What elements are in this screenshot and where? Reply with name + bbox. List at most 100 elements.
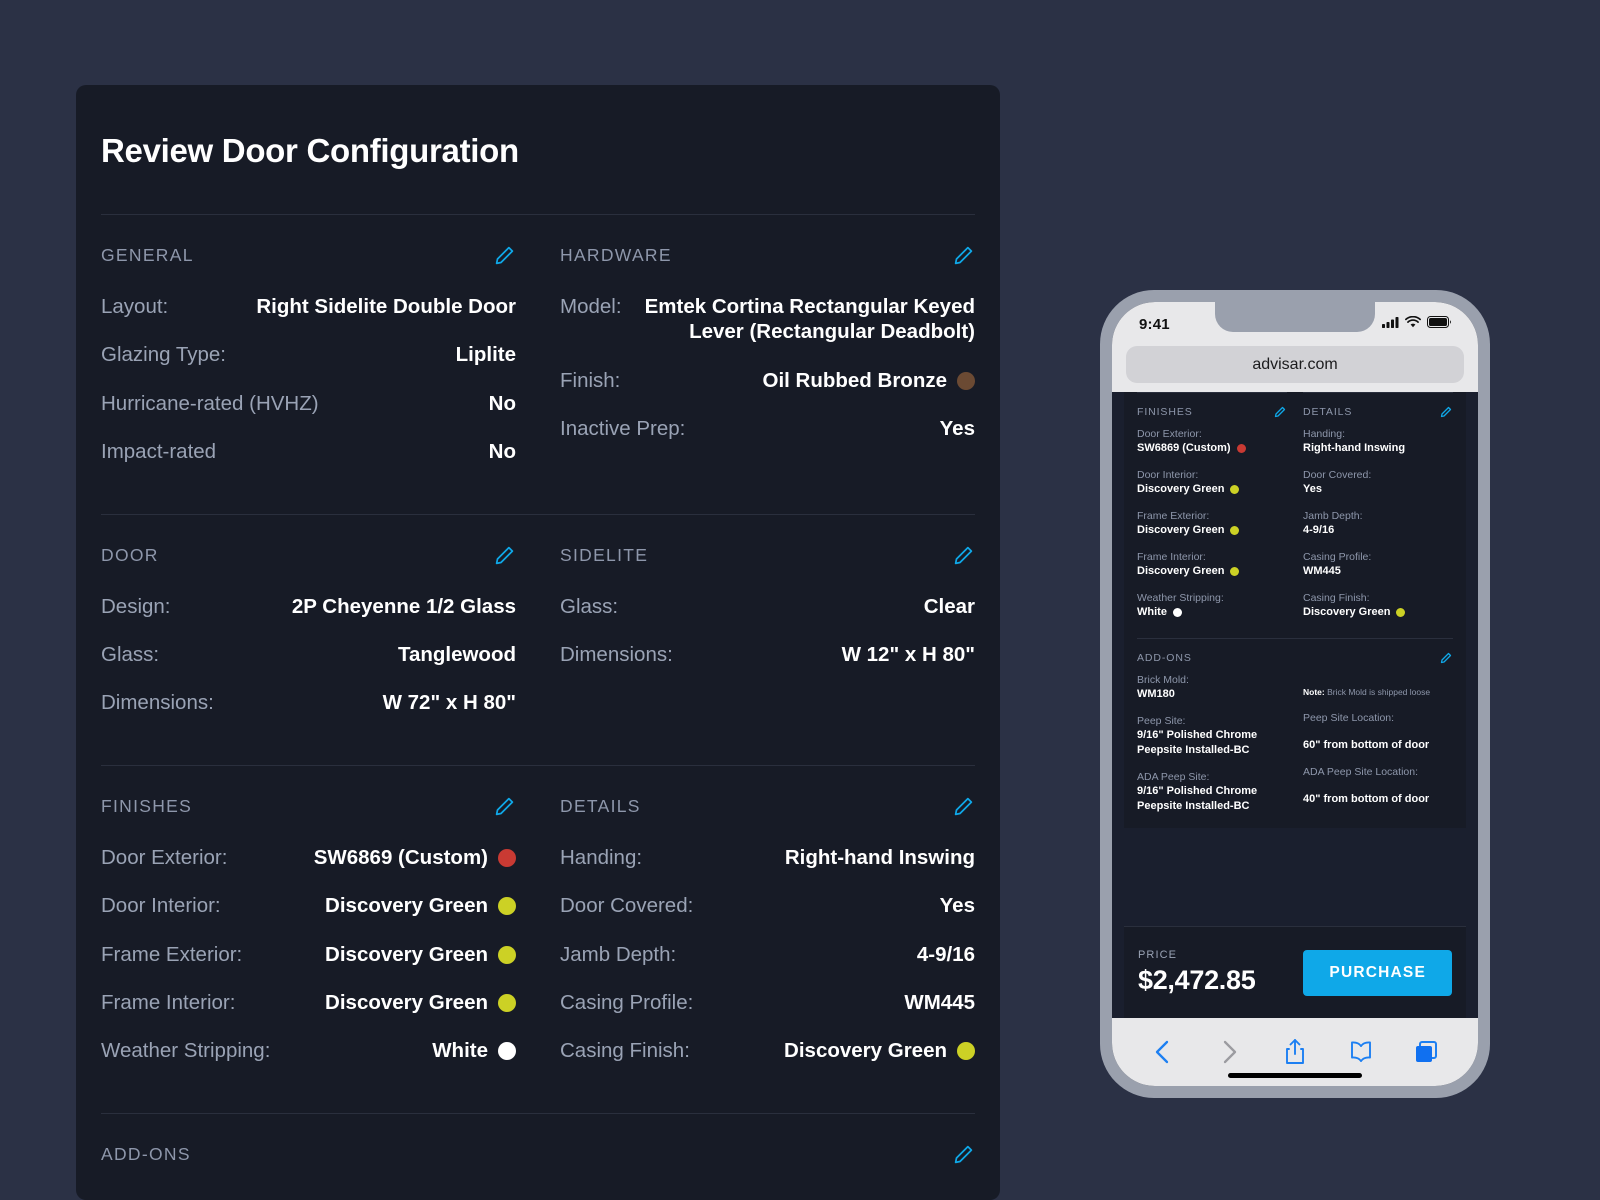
row-value-wrap: 4-9/16 (688, 942, 975, 967)
row-label: Door Covered: (560, 893, 693, 918)
rows-door: Design: 2P Cheyenne 1/2 Glass Glass: Tan… (101, 573, 516, 716)
color-swatch (498, 946, 516, 964)
detail-row: Glass: Tanglewood (101, 642, 516, 667)
book-icon[interactable] (1341, 1032, 1381, 1072)
row-label: Jamb Depth: (560, 942, 676, 967)
row-label: Door Exterior: (1137, 427, 1287, 441)
row-value: Clear (924, 594, 975, 619)
spacer (101, 1064, 516, 1113)
row-label: Door Covered: (1303, 468, 1453, 482)
detail-row: ADA Peep Site Location: 40" from bottom … (1303, 765, 1453, 807)
chevron-left-icon[interactable] (1143, 1032, 1183, 1072)
detail-row: Inactive Prep: Yes (560, 416, 975, 441)
row-label: Casing Finish: (560, 1038, 690, 1063)
pencil-icon[interactable] (951, 794, 975, 818)
row-value: Right-hand Inswing (1303, 441, 1405, 456)
spacer (560, 1064, 975, 1113)
phone-addons-grid: Brick Mold: WM180 Peep Site: 9/16" Polis… (1137, 667, 1453, 814)
phone-content: FINISHES Door Exterior: SW6869 (Custom) (1112, 392, 1478, 1018)
detail-row: Door Covered: Yes (560, 893, 975, 918)
row-value: Right Sidelite Double Door (256, 294, 516, 319)
row-value-wrap: Right Sidelite Double Door (180, 294, 516, 319)
section-header-door: DOOR (101, 515, 516, 573)
phone-config-card: FINISHES Door Exterior: SW6869 (Custom) (1124, 392, 1466, 828)
row-label: Hurricane-rated (HVHZ) (101, 391, 319, 416)
row-value-wrap: No (331, 391, 516, 416)
row-label: Inactive Prep: (560, 416, 685, 441)
row-value-wrap: Discovery Green (254, 942, 516, 967)
detail-row: Door Exterior: SW6869 (Custom) (101, 845, 516, 870)
section-finishes: FINISHES Door Exterior: SW6869 (Custom) … (101, 765, 538, 1113)
row-value-wrap: Tanglewood (171, 642, 516, 667)
detail-row: Casing Profile: WM445 (1303, 550, 1453, 579)
price-bar: PRICE $2,472.85 PURCHASE (1124, 926, 1466, 1018)
row-value-wrap: Discovery Green (1137, 523, 1287, 538)
detail-row: Handing: Right-hand Inswing (1303, 427, 1453, 456)
detail-row: Layout: Right Sidelite Double Door (101, 294, 516, 319)
row-value-wrap: Yes (705, 893, 975, 918)
phone-addons-right: Note: Brick Mold is shipped loose Peep S… (1303, 673, 1453, 814)
pencil-icon[interactable] (492, 543, 516, 567)
safari-toolbar (1112, 1018, 1478, 1086)
section-title: ADD-ONS (1137, 652, 1192, 664)
chevron-right-icon (1209, 1032, 1249, 1072)
row-value-wrap: Discovery Green (702, 1038, 975, 1063)
row-label: ADA Peep Site: (1137, 770, 1287, 784)
row-value: SW6869 (Custom) (314, 845, 488, 870)
pencil-icon[interactable] (492, 244, 516, 268)
row-value-wrap: White (1137, 605, 1287, 620)
row-value: Discovery Green (1137, 482, 1224, 497)
section-sidelite: SIDELITE Glass: Clear Dimensions: W 12" … (538, 514, 975, 765)
row-value: Discovery Green (325, 893, 488, 918)
row-label: Model: (560, 294, 622, 319)
section-header-sidelite: SIDELITE (560, 515, 975, 573)
pencil-icon[interactable] (492, 794, 516, 818)
row-value: Yes (940, 416, 975, 441)
row-value-wrap: WM445 (1303, 564, 1453, 579)
row-value-wrap: Discovery Green (1137, 482, 1287, 497)
purchase-button[interactable]: PURCHASE (1303, 950, 1452, 996)
detail-row: Finish: Oil Rubbed Bronze (560, 368, 975, 393)
row-value: Liplite (456, 342, 516, 367)
pencil-icon[interactable] (951, 1142, 975, 1166)
row-value-wrap: Emtek Cortina Rectangular Keyed Lever (R… (634, 294, 975, 345)
url-input[interactable]: advisar.com (1126, 346, 1464, 383)
row-label: Glass: (560, 594, 618, 619)
detail-row: Peep Site Location: 60" from bottom of d… (1303, 711, 1453, 753)
color-swatch (498, 1042, 516, 1060)
detail-row: Peep Site: 9/16" Polished Chrome Peepsit… (1137, 714, 1287, 758)
pencil-icon[interactable] (951, 244, 975, 268)
rows-sidelite: Glass: Clear Dimensions: W 12" x H 80" (560, 573, 975, 668)
row-value: White (1137, 605, 1167, 620)
section-header-addons-right (560, 1114, 975, 1172)
row-value: W 72" x H 80" (383, 690, 516, 715)
row-value: WM445 (904, 990, 975, 1015)
row-value-wrap: Oil Rubbed Bronze (632, 368, 975, 393)
row-value: Yes (940, 893, 975, 918)
pencil-icon[interactable] (1439, 651, 1453, 665)
pencil-icon[interactable] (951, 543, 975, 567)
pencil-icon[interactable] (1273, 405, 1287, 419)
row-value: Emtek Cortina Rectangular Keyed Lever (R… (634, 294, 975, 345)
tabs-icon[interactable] (1407, 1032, 1447, 1072)
note-text: Brick Mold is shipped loose (1325, 687, 1430, 697)
battery-icon (1427, 315, 1452, 333)
review-panel: Review Door Configuration GENERAL Layout… (76, 85, 1000, 1200)
detail-row: Frame Exterior: Discovery Green (1137, 509, 1287, 538)
row-label: Weather Stripping: (1137, 591, 1287, 605)
detail-row: ADA Peep Site: 9/16" Polished Chrome Pee… (1137, 770, 1287, 814)
row-value: 60" from bottom of door (1303, 738, 1453, 753)
row-value: Discovery Green (325, 942, 488, 967)
share-icon[interactable] (1275, 1032, 1315, 1072)
pencil-icon[interactable] (1439, 405, 1453, 419)
row-value-wrap: No (228, 439, 516, 464)
row-label: Glass: (101, 642, 159, 667)
row-value: Discovery Green (784, 1038, 947, 1063)
row-value: 9/16" Polished Chrome Peepsite Installed… (1137, 728, 1287, 758)
row-label: Jamb Depth: (1303, 509, 1453, 523)
detail-row: Frame Interior: Discovery Green (1137, 550, 1287, 579)
row-label: Handing: (560, 845, 642, 870)
wifi-icon (1405, 315, 1421, 333)
phone-mockup: 9:41 advisar.com (1100, 290, 1490, 1098)
row-value-wrap: White (282, 1038, 516, 1063)
